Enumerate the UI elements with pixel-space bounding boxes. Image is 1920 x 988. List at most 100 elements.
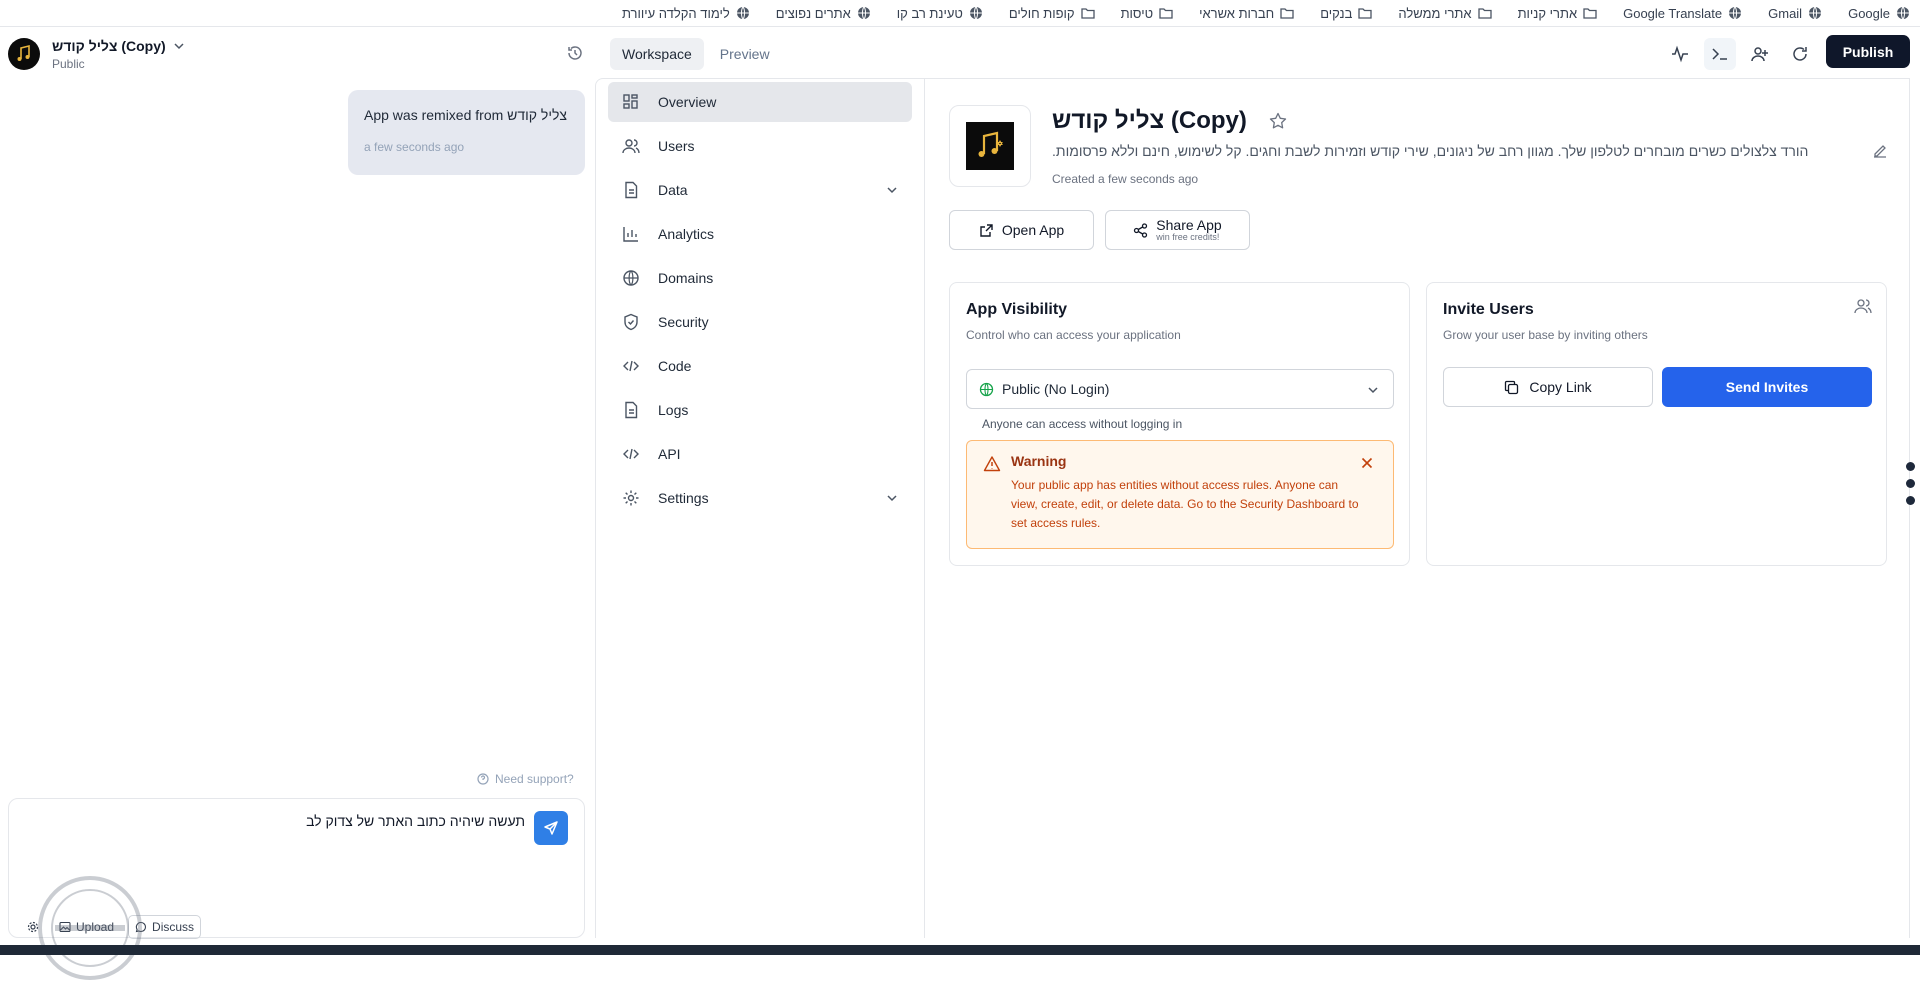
globe-icon [1808,6,1822,20]
visibility-selected: Public (No Login) [1002,381,1110,397]
folder-icon [1080,6,1095,20]
composer-tools: Upload Discuss [21,915,202,939]
open-app-button[interactable]: Open App [949,210,1094,250]
created-timestamp: Created a few seconds ago [1052,172,1199,186]
music-note-icon [978,131,1003,157]
need-support-link[interactable]: Need support? [477,772,574,786]
app-icon[interactable] [949,105,1031,187]
nav-item-overview[interactable]: Overview [608,82,912,122]
taskbar [0,945,1920,955]
chat-bubble-icon [135,921,147,933]
bookmark-google[interactable]: Google [1848,6,1910,21]
send-icon [544,821,558,835]
upload-button[interactable]: Upload [53,915,120,939]
external-link-icon [980,223,993,237]
activity-icon[interactable] [1664,38,1696,70]
app-switcher[interactable]: צליל קודש (Copy) [52,38,186,54]
bookmark-typing[interactable]: לימוד הקלדה עיוורת [622,6,750,21]
chat-composer: Upload Discuss [8,798,585,939]
bookmark-gmail[interactable]: Gmail [1768,6,1822,21]
side-handle[interactable] [1906,462,1916,510]
add-user-icon[interactable] [1744,38,1776,70]
bookmark-folder-shopping[interactable]: אתרי קניות [1518,6,1598,21]
app-description: הורד צלצולים כשרים מובחרים לטלפון שלך. מ… [1052,143,1809,159]
music-note-icon [17,44,30,61]
folder-icon [1358,6,1373,20]
app-header: צליל קודש (Copy) Public Workspace Previe… [0,28,1920,78]
close-icon[interactable] [1359,455,1375,471]
chevron-down-icon [887,187,897,194]
globe-icon [623,270,639,286]
copy-link-button[interactable]: Copy Link [1443,367,1653,407]
chat-message-time: a few seconds ago [364,140,465,154]
code-icon [623,360,639,372]
card-subtitle: Control who can access your application [966,328,1181,342]
app-nav: Overview Users Data Analytics Domains Se… [595,78,925,938]
page-title: צליל קודש (Copy) [1052,107,1247,134]
bookmark-folder-health[interactable]: קופות חולים [1009,6,1095,21]
nav-item-settings[interactable]: Settings [608,478,912,518]
chevron-down-icon [1368,387,1378,394]
users-icon [1854,299,1872,314]
nav-item-api[interactable]: API [608,434,912,474]
refresh-icon[interactable] [1784,38,1816,70]
shield-icon [624,313,638,331]
app-icon-image [966,122,1014,170]
chat-message-text: App was remixed from צליל קודש [364,107,568,123]
file-icon [625,401,638,419]
bookmark-rav-kav[interactable]: טעינת רב קו [897,6,983,21]
nav-item-domains[interactable]: Domains [608,258,912,298]
nav-item-users[interactable]: Users [608,126,912,166]
globe-icon [979,382,994,396]
title-row: צליל קודש (Copy) [1052,107,1287,135]
nav-item-analytics[interactable]: Analytics [608,214,912,254]
tab-workspace[interactable]: Workspace [610,38,704,70]
edit-icon[interactable] [1872,143,1888,159]
copy-icon [1505,380,1519,394]
warning-alert: Warning Your public app has entities wit… [966,440,1394,549]
warning-icon [983,456,1001,472]
view-toggle: Workspace Preview [610,38,782,70]
card-title: App Visibility [966,301,1068,318]
nav-item-data[interactable]: Data [608,170,912,210]
bookmark-folder-banks[interactable]: בנקים [1320,6,1373,21]
bookmark-folder-government[interactable]: אתרי ממשלה [1398,6,1492,21]
discuss-button[interactable]: Discuss [128,915,202,939]
send-button[interactable] [534,811,568,845]
nav-item-security[interactable]: Security [608,302,912,342]
help-icon [477,773,489,785]
bookmark-google-translate[interactable]: Google Translate [1623,6,1742,21]
warning-title: Warning [1011,453,1067,469]
globe-icon [1896,6,1910,20]
app-logo[interactable] [8,38,40,70]
send-invites-button[interactable]: Send Invites [1662,367,1872,407]
card-title: Invite Users [1443,301,1534,318]
globe-icon [1728,6,1742,20]
gear-icon [27,921,39,933]
tab-preview[interactable]: Preview [708,38,782,70]
bar-chart-icon [623,227,638,242]
overview-panel: צליל קודש (Copy) הורד צלצולים כשרים מובח… [925,78,1910,938]
file-icon [625,181,638,199]
chat-panel: App was remixed from צליל קודש a few sec… [0,78,595,980]
publish-button[interactable]: Publish [1826,35,1910,68]
bookmark-common-sites[interactable]: אתרים נפוצים [776,6,871,21]
nav-item-code[interactable]: Code [608,346,912,386]
star-icon[interactable] [1269,112,1287,130]
bookmark-folder-credit[interactable]: חברות אשראי [1199,6,1294,21]
invite-users-card: Invite Users Grow your user base by invi… [1426,282,1887,566]
globe-icon [736,6,750,20]
card-subtitle: Grow your user base by inviting others [1443,328,1648,342]
app-visibility-card: App Visibility Control who can access yo… [949,282,1410,566]
app-visibility-label: Public [52,57,85,71]
share-app-button[interactable]: Share App win free credits! [1105,210,1250,250]
chat-input[interactable] [25,813,525,829]
nav-item-logs[interactable]: Logs [608,390,912,430]
bookmark-folder-flights[interactable]: טיסות [1121,6,1174,21]
terminal-icon[interactable] [1704,38,1736,70]
settings-tool[interactable] [21,915,45,939]
history-icon[interactable] [566,44,586,64]
share-app-label-group: Share App win free credits! [1156,216,1222,242]
bookmarks-bar: Google Gmail Google Translate אתרי קניות… [0,0,1920,27]
visibility-select[interactable]: Public (No Login) [966,369,1394,409]
